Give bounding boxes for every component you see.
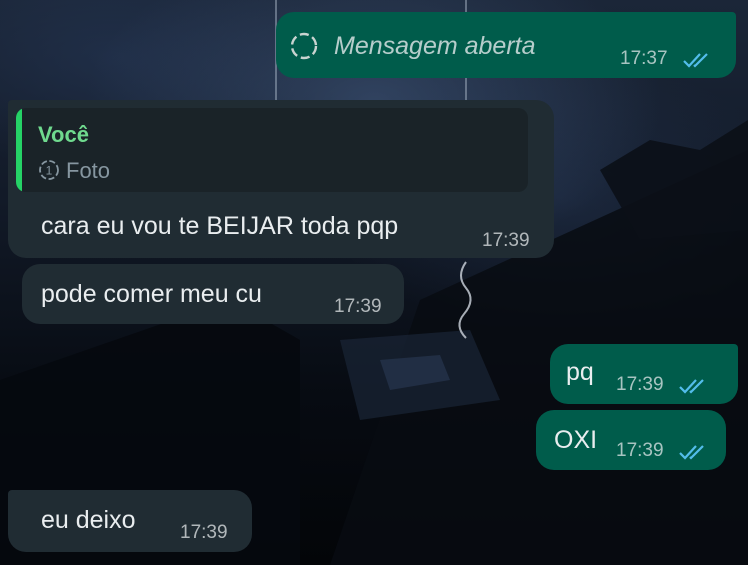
quote-author: Você [38,122,89,147]
message-incoming[interactable]: pode comer meu cu 17:39 [22,264,404,324]
message-text: cara eu vou te BEIJAR toda pqp [41,212,399,240]
message-text: pode comer meu cu [41,280,262,308]
message-time: 17:39 [616,374,664,395]
double-check-icon [678,374,708,403]
quote-media: 1 Foto [38,158,110,187]
message-time: 17:39 [180,522,228,543]
dashed-circle-icon [288,30,320,69]
message-text: eu deixo [41,506,136,534]
message-incoming[interactable]: eu deixo 17:39 [8,490,252,552]
quoted-message[interactable]: Você 1 Foto [16,108,528,192]
quote-accent-bar [16,108,22,192]
message-outgoing[interactable]: pq 17:39 [550,344,738,404]
view-once-1-icon: 1 [38,159,60,187]
message-outgoing-view-once[interactable]: Mensagem aberta 17:37 [276,12,736,78]
double-check-icon [682,48,712,77]
quote-media-label: Foto [66,158,111,183]
message-outgoing[interactable]: OXI 17:39 [536,410,726,470]
message-time: 17:37 [620,48,668,69]
message-text: pq [566,358,594,386]
svg-text:1: 1 [46,164,53,178]
message-text: OXI [554,426,598,454]
message-time: 17:39 [334,296,382,317]
message-text: Mensagem aberta [334,32,536,60]
double-check-icon [678,440,708,469]
message-time: 17:39 [482,230,530,251]
message-time: 17:39 [616,440,664,461]
message-incoming-reply[interactable]: Você 1 Foto cara eu vou te BEIJAR toda p… [8,100,554,258]
